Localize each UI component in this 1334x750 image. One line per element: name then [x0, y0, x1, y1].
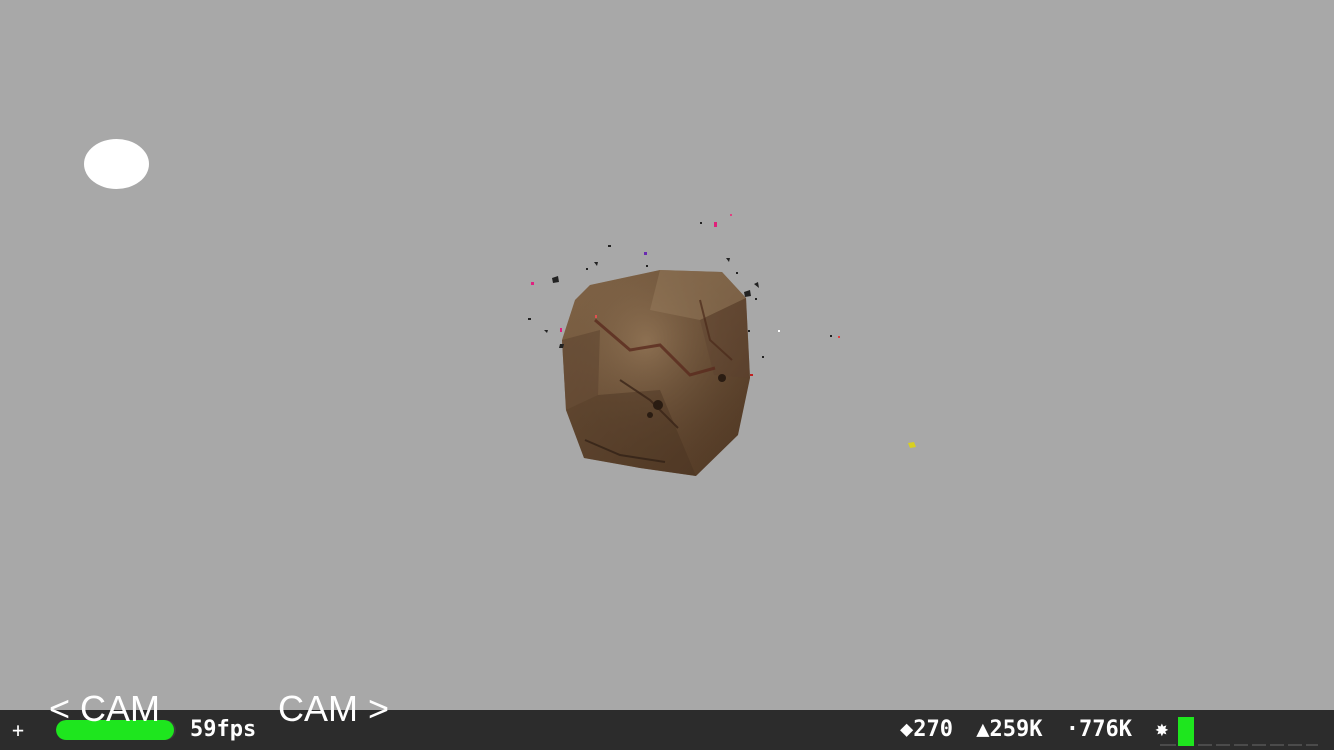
- triangles-stat: ▲259K: [976, 717, 1043, 742]
- fps-readout: 59fps: [190, 717, 257, 742]
- add-button[interactable]: +: [12, 718, 24, 742]
- points-stat: ·776K: [1065, 717, 1132, 742]
- stats-bar: + 59fps ◆270 ▲259K ·776K ✸: [0, 710, 1334, 750]
- camera-previous-button[interactable]: < CAM: [49, 688, 160, 730]
- render-stats: ◆270 ▲259K ·776K ✸: [900, 716, 1178, 744]
- particle-yellow: [908, 442, 916, 448]
- draw-calls-stat: ◆270: [900, 717, 953, 742]
- rock-model: [528, 214, 840, 476]
- performance-graph[interactable]: [1160, 714, 1320, 746]
- light-source-blob: [84, 139, 149, 189]
- game-viewport[interactable]: [0, 0, 1334, 710]
- camera-next-button[interactable]: CAM >: [278, 688, 389, 730]
